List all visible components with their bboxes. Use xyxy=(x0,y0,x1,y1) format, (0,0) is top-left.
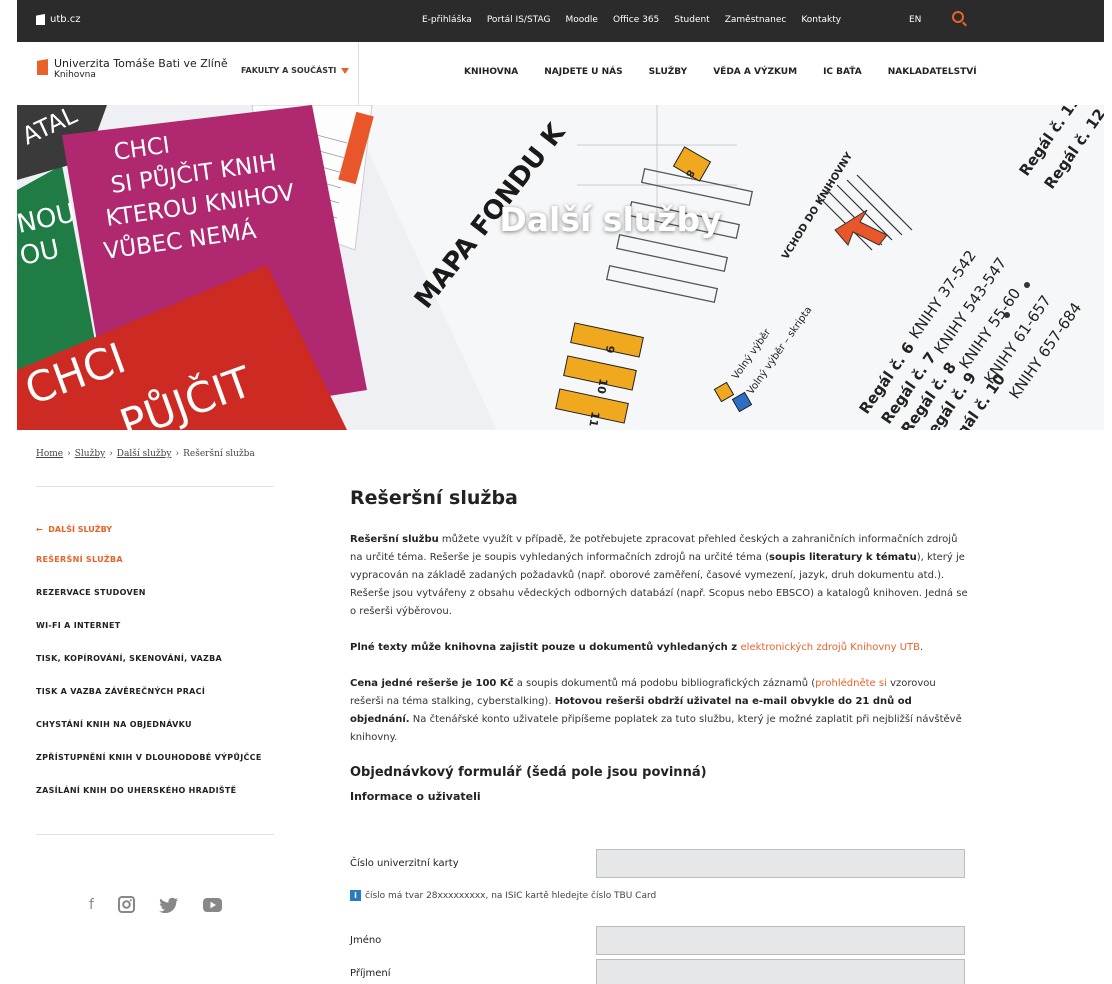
caret-down-icon xyxy=(341,67,350,74)
facebook-icon[interactable]: f xyxy=(89,897,94,913)
faculties-label: FAKULTY A SOUČÁSTI xyxy=(241,66,337,75)
card-number-hint-text: číslo má tvar 28xxxxxxxxx, na ISIC kartě… xyxy=(365,890,657,901)
arrow-left-icon: ← xyxy=(36,525,43,534)
breadcrumb-home[interactable]: Home xyxy=(36,449,63,459)
utb-link-label: utb.cz xyxy=(50,14,81,25)
twitter-icon[interactable] xyxy=(159,897,179,913)
info-icon: i xyxy=(350,890,361,901)
card-number-input[interactable] xyxy=(596,849,965,878)
sidebar-divider xyxy=(36,486,274,487)
sidebar-item-wifi[interactable]: WI-FI A INTERNET xyxy=(36,621,262,654)
first-name-input[interactable] xyxy=(596,926,965,955)
utb-home-link[interactable]: utb.cz xyxy=(36,14,81,25)
form-row-card-number: Číslo univerzitní karty xyxy=(350,849,970,878)
breadcrumb-separator-icon: › xyxy=(67,449,71,459)
last-name-input[interactable] xyxy=(596,959,965,984)
sidebar-item-rezervace-studoven[interactable]: REZERVACE STUDOVEN xyxy=(36,588,262,621)
utb-logo-icon xyxy=(37,59,48,75)
instagram-icon[interactable] xyxy=(117,896,135,913)
last-name-label: Příjmení xyxy=(350,968,391,979)
sidebar-item-tisk-zaverecnych[interactable]: TISK A VAZBA ZÁVĚREČNÝCH PRACÍ xyxy=(36,687,262,720)
sidebar-back-label: DALŠÍ SLUŽBY xyxy=(48,525,113,534)
sidebar-back-link[interactable]: ← DALŠÍ SLUŽBY xyxy=(36,525,112,534)
sidebar-item-chystani-knih[interactable]: CHYSTÁNÍ KNIH NA OBJEDNÁVKU xyxy=(36,720,262,753)
order-form: Číslo univerzitní karty i číslo má tvar … xyxy=(350,0,970,984)
form-row-last-name: Příjmení xyxy=(350,959,970,984)
breadcrumb: Home › Služby › Další služby › Rešeršní služba xyxy=(36,449,255,459)
utb-flag-icon xyxy=(36,14,45,25)
brand-name: Univerzita Tomáše Bati ve Zlíně xyxy=(54,57,228,70)
social-links: f xyxy=(89,896,222,913)
breadcrumb-current: Rešeršní služba xyxy=(183,449,255,459)
sidebar-divider xyxy=(36,834,274,835)
sidebar-item-tisk[interactable]: TISK, KOPÍROVÁNÍ, SKENOVÁNÍ, VAZBA xyxy=(36,654,262,687)
form-row-first-name: Jméno xyxy=(350,926,970,955)
sidebar-item-zpristupneni[interactable]: ZPŘÍSTUPNĚNÍ KNIH V DLOUHODOBÉ VÝPŮJČCE xyxy=(36,753,262,786)
card-number-hint: i číslo má tvar 28xxxxxxxxx, na ISIC kar… xyxy=(350,890,656,901)
breadcrumb-separator-icon: › xyxy=(109,449,113,459)
breadcrumb-dalsi-sluzby[interactable]: Další služby xyxy=(117,449,172,459)
sidebar-item-zasilani[interactable]: ZASÍLÁNÍ KNIH DO UHERSKÉHO HRADIŠTĚ xyxy=(36,786,262,819)
brand-logo-link[interactable]: Univerzita Tomáše Bati ve Zlíně Knihovna xyxy=(37,58,228,80)
sidebar-menu: REŠERŠNÍ SLUŽBA REZERVACE STUDOVEN WI-FI… xyxy=(36,555,262,819)
brand-subtitle: Knihovna xyxy=(54,70,96,80)
breadcrumb-separator-icon: › xyxy=(175,449,180,459)
breadcrumb-sluzby[interactable]: Služby xyxy=(75,449,105,459)
youtube-icon[interactable] xyxy=(202,897,222,912)
faculties-dropdown[interactable]: FAKULTY A SOUČÁSTI xyxy=(241,66,350,75)
sidebar-item-reserse[interactable]: REŠERŠNÍ SLUŽBA xyxy=(36,555,262,588)
card-number-label: Číslo univerzitní karty xyxy=(350,858,459,869)
first-name-label: Jméno xyxy=(350,935,382,946)
